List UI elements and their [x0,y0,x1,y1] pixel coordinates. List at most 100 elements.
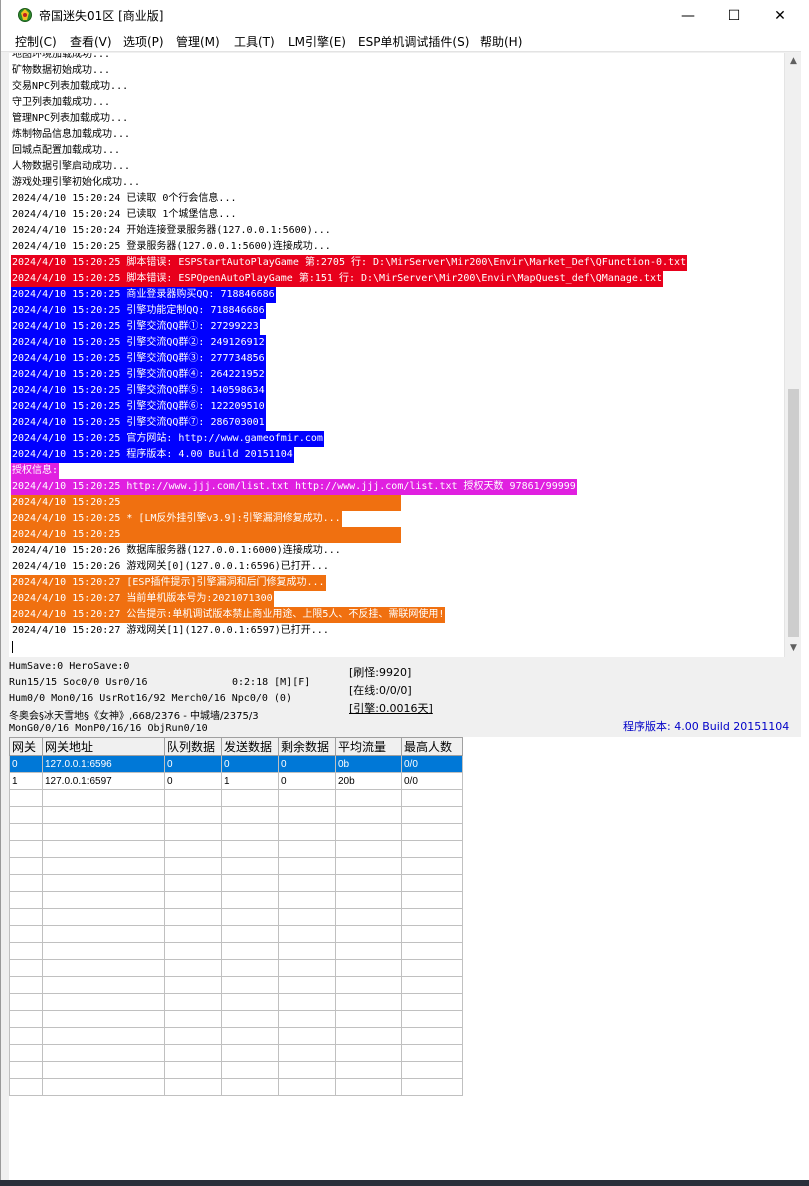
table-cell [164,1061,222,1079]
table-cell [164,857,222,875]
log-line: 2024/4/10 15:20:25 引擎交流QQ群①: 27299223 [11,319,260,335]
table-cell [278,789,336,807]
menu-tools[interactable]: 工具(T) [234,33,275,50]
table-cell [164,925,222,943]
table-cell [42,1078,165,1096]
log-line: 2024/4/10 15:20:27 [ESP插件提示]引擎漏洞和后门修复成功.… [11,575,326,591]
table-cell [164,1010,222,1028]
table-cell [335,789,402,807]
scroll-up-icon[interactable]: ▲ [785,53,802,70]
empty-table-row [9,789,463,807]
col-remaining[interactable]: 剩余数据 [278,737,336,756]
empty-table-row [9,857,463,875]
table-cell [9,993,43,1011]
table-cell [164,959,222,977]
table-cell [9,908,43,926]
close-button[interactable]: ✕ [757,0,803,31]
table-cell [164,942,222,960]
empty-table-row [9,1010,463,1028]
menu-lm-engine[interactable]: LM引擎(E) [288,33,346,50]
table-cell [164,840,222,858]
table-cell [278,1061,336,1079]
table-cell [42,1027,165,1045]
table-cell: 127.0.0.1:6596 [42,755,165,773]
log-memo[interactable]: 地图环境加载成功... 矿物数据初始成功... 交易NPC列表加载成功... 守卫列表… [9,53,784,657]
empty-table-row [9,806,463,824]
col-avg-traffic[interactable]: 平均流量 [335,737,402,756]
empty-table-row [9,942,463,960]
status-monsters: MonG0/0/16 MonP0/16/16 ObjRun0/10 [9,723,208,734]
log-line: 2024/4/10 15:20:25 [11,527,401,543]
log-line: 2024/4/10 15:20:26 游戏网关[0](127.0.0.1:659… [12,561,329,572]
menu-esp-plugin[interactable]: ESP单机调试插件(S) [358,33,469,50]
table-cell [221,959,279,977]
table-cell [335,840,402,858]
table-cell [221,1027,279,1045]
table-cell [42,806,165,824]
log-scrollbar[interactable]: ▲ ▼ [784,53,802,657]
engine-label[interactable]: [引擎:0.0016天] [349,700,433,716]
table-cell [9,857,43,875]
menu-help[interactable]: 帮助(H) [480,33,522,50]
table-cell [9,925,43,943]
table-cell [9,823,43,841]
table-cell [278,1078,336,1096]
table-cell [335,1044,402,1062]
col-sent[interactable]: 发送数据 [221,737,279,756]
table-row[interactable]: 1 127.0.0.1:6597 0 1 0 20b 0/0 [9,772,463,790]
table-cell [42,942,165,960]
table-cell [221,925,279,943]
gateway-grid[interactable]: 网关 网关地址 队列数据 发送数据 剩余数据 平均流量 最高人数 0 127.0.… [9,737,802,1180]
table-cell: 0 [221,755,279,773]
empty-table-row [9,1061,463,1079]
col-gate-address[interactable]: 网关地址 [42,737,165,756]
table-cell [42,908,165,926]
title-bar[interactable]: 帝国迷失01区 [商业版] — ☐ ✕ [1,0,808,31]
log-line: 人物数据引擎启动成功... [12,161,131,172]
maximize-button[interactable]: ☐ [711,0,757,31]
log-line: 2024/4/10 15:20:25 引擎交流QQ群③: 277734856 [11,351,266,367]
table-cell [221,1061,279,1079]
table-cell: 0 [278,755,336,773]
table-cell: 0/0 [401,755,463,773]
menu-control[interactable]: 控制(C) [15,33,57,50]
table-cell [335,976,402,994]
menu-manage[interactable]: 管理(M) [176,33,220,50]
table-cell [278,1044,336,1062]
table-cell [221,1044,279,1062]
table-cell [9,1044,43,1062]
scroll-thumb[interactable] [788,389,799,637]
menu-view[interactable]: 查看(V) [70,33,112,50]
log-line: 地图环境加载成功... [12,53,111,60]
col-gate[interactable]: 网关 [9,737,43,756]
table-cell [278,925,336,943]
table-cell [221,908,279,926]
gateway-table: 网关 网关地址 队列数据 发送数据 剩余数据 平均流量 最高人数 0 127.0.… [9,737,463,1096]
empty-table-row [9,908,463,926]
menu-options[interactable]: 选项(P) [123,33,164,50]
log-line: 炼制物品信息加载成功... [12,129,131,140]
table-cell [9,976,43,994]
table-cell [221,1078,279,1096]
table-cell [335,823,402,841]
table-cell: 127.0.0.1:6597 [42,772,165,790]
log-line: 2024/4/10 15:20:25 [11,495,401,511]
log-line: 2024/4/10 15:20:24 已读取 1个城堡信息... [12,209,237,220]
log-line: 回城点配置加载成功... [12,145,121,156]
scroll-down-icon[interactable]: ▼ [785,640,802,657]
table-cell [278,942,336,960]
table-cell [335,857,402,875]
table-cell [221,942,279,960]
table-cell [401,1078,463,1096]
table-cell [401,823,463,841]
minimize-button[interactable]: — [665,0,711,31]
col-queue[interactable]: 队列数据 [164,737,222,756]
log-line: 2024/4/10 15:20:25 http://www.jjj.com/li… [11,479,577,495]
log-line: 游戏处理引擎初始化成功... [12,177,141,188]
table-row[interactable]: 0 127.0.0.1:6596 0 0 0 0b 0/0 [9,755,463,773]
table-cell [221,1010,279,1028]
table-cell [221,993,279,1011]
col-max-users[interactable]: 最高人数 [401,737,463,756]
log-line: 2024/4/10 15:20:27 当前单机版本号为:2021071300 [11,591,274,607]
minimize-icon: — [681,7,695,24]
